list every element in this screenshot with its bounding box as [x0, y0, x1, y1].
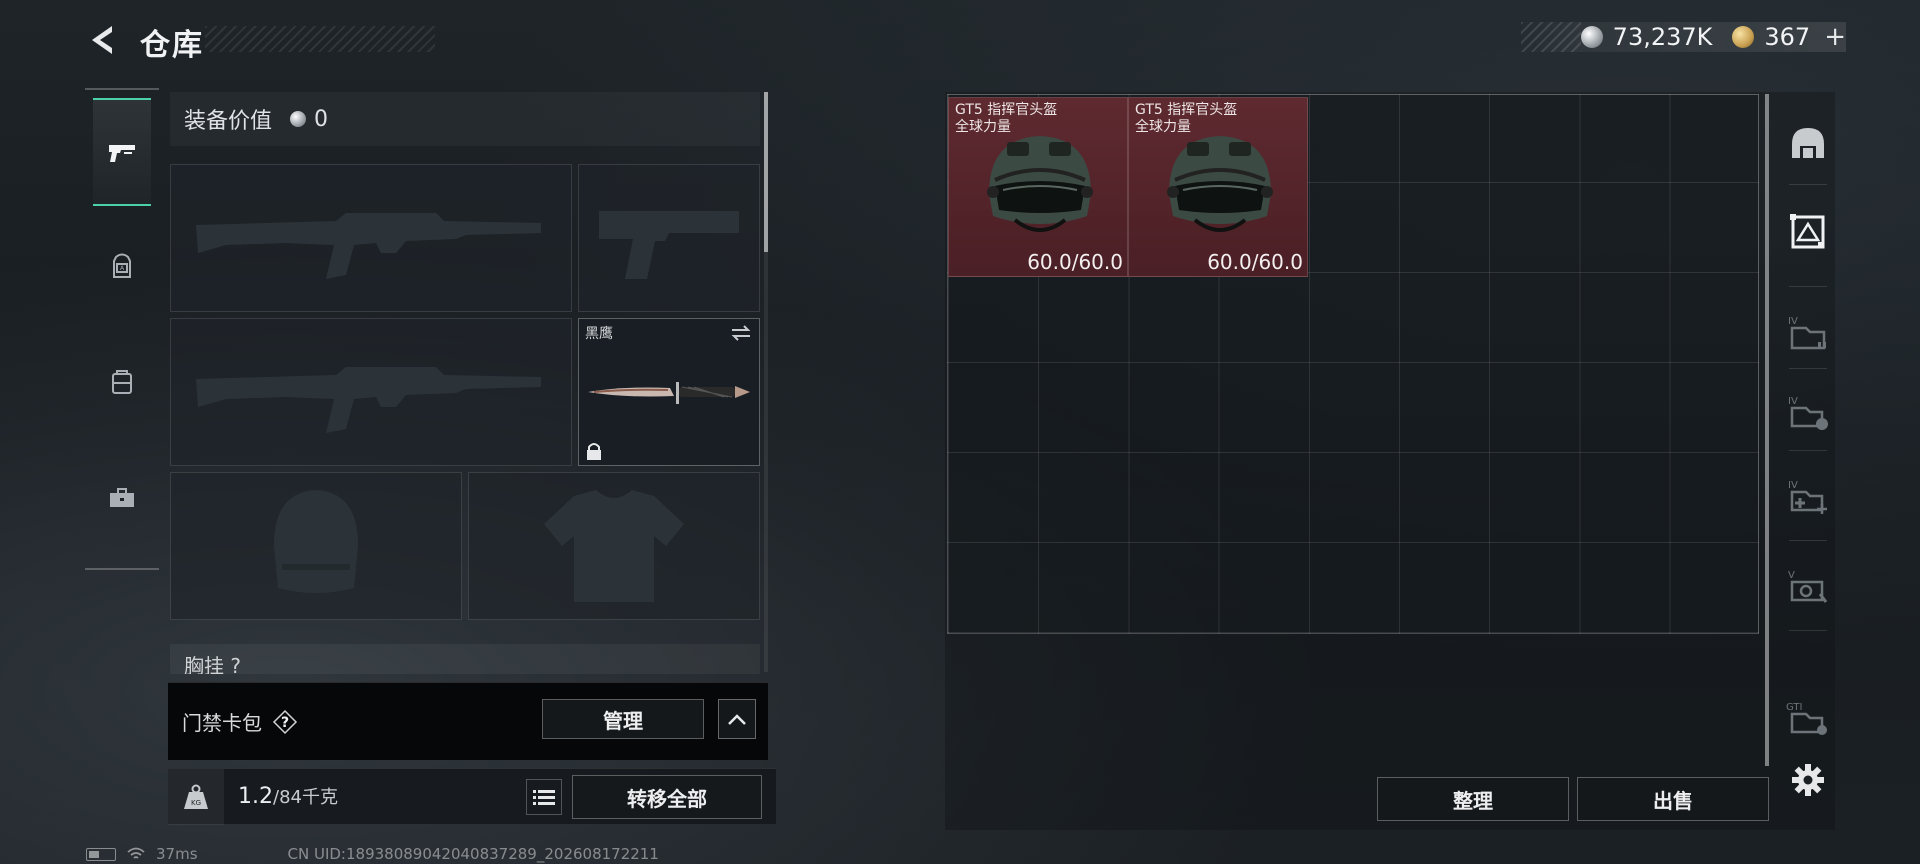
weight-readout: 1.2/84千克: [238, 783, 338, 809]
equipment-value-label: 装备价值: [184, 109, 273, 134]
weight-icon: KG: [168, 769, 224, 825]
back-button[interactable]: [84, 20, 120, 60]
category-inventory-gti[interactable]: GTI: [1785, 694, 1831, 742]
storage-panel: GT5 指挥官头盔 全球力量 60.0/60.0 GT5 指挥官头盔 全球力量: [945, 92, 1835, 830]
armor-silhouette-icon: [544, 490, 684, 602]
melee-item-name: 黑鹰: [585, 326, 613, 342]
svg-text:?: ?: [281, 715, 289, 731]
tactical-helmet-icon: [987, 136, 1093, 232]
chest-rig-section-header[interactable]: 胸挂 ?: [170, 644, 760, 674]
item-durability: 60.0/60.0: [1207, 250, 1303, 274]
armor-box-icon: [1790, 214, 1825, 249]
wifi-icon: [127, 847, 145, 859]
inventory-iv-lock-icon: IV: [1788, 396, 1828, 430]
category-inventory-iv-locked[interactable]: IV: [1785, 388, 1831, 436]
storage-grid[interactable]: GT5 指挥官头盔 全球力量 60.0/60.0 GT5 指挥官头盔 全球力量: [947, 94, 1759, 634]
left-tab-bar: A: [85, 88, 159, 570]
list-icon: [533, 790, 555, 805]
inventory-gti-icon: GTI: [1786, 702, 1827, 735]
weight-max: /84千克: [273, 787, 338, 808]
category-inventory-v[interactable]: V: [1785, 562, 1831, 610]
settings-button[interactable]: [1785, 756, 1831, 804]
transfer-all-button[interactable]: 转移全部: [572, 775, 762, 819]
equipment-value-header: 装备价值 0: [170, 92, 760, 146]
silver-coin-icon: [1580, 26, 1603, 48]
swap-icon[interactable]: [729, 323, 753, 343]
status-bar: 37ms CN UID:18938089042040837289_2026081…: [86, 844, 659, 864]
svg-text:A: A: [120, 265, 125, 272]
silver-coin-icon: [290, 111, 307, 127]
access-card-bar: 门禁卡包 ? 管理: [168, 682, 768, 760]
currency-decoration: [1520, 22, 1581, 52]
svg-text:GTI: GTI: [1786, 702, 1802, 713]
pistol-slot[interactable]: [578, 164, 760, 312]
svg-text:IV: IV: [1788, 480, 1798, 491]
user-uid: CN UID:18938089042040837289_202608172211: [287, 845, 659, 863]
svg-text:IV: IV: [1788, 396, 1798, 407]
collapse-button[interactable]: [718, 699, 756, 739]
storage-item-2[interactable]: GT5 指挥官头盔 全球力量 60.0/60.0: [1128, 97, 1308, 277]
equipment-panel: 装备价值 0 黑鹰 胸挂 ? 门禁卡包 ? 管理 KG 1.2/84千克 转移全…: [168, 92, 776, 830]
knife-icon: [588, 382, 750, 404]
add-gold-button[interactable]: +: [1824, 22, 1846, 52]
pistol-silhouette-icon: [599, 211, 739, 279]
rifle-silhouette-icon: [196, 367, 541, 433]
category-inventory-iv-add[interactable]: IV: [1785, 472, 1831, 520]
svg-text:KG: KG: [191, 799, 201, 807]
currency-bar: 73,237K 367 +: [1520, 22, 1846, 52]
lock-icon: [587, 443, 601, 460]
manage-button[interactable]: 管理: [542, 699, 704, 739]
page-title: 仓库: [140, 28, 204, 63]
equipment-scrollbar-thumb[interactable]: [764, 92, 768, 252]
gold-currency-value: 367: [1764, 23, 1811, 51]
inventory-iv-icon: IV: [1788, 316, 1826, 350]
storage-category-bar: IV IV IV V GTI: [1777, 92, 1835, 830]
title-decoration: [205, 26, 435, 52]
pistol-icon: [109, 145, 135, 162]
storage-scrollbar[interactable]: [1765, 94, 1769, 766]
body-armor-slot[interactable]: [468, 472, 760, 620]
gear-icon: [1792, 764, 1824, 796]
sell-button[interactable]: 出售: [1577, 777, 1769, 821]
svg-text:IV: IV: [1788, 316, 1798, 327]
list-view-button[interactable]: [526, 779, 562, 815]
ping-value: 37ms: [156, 845, 198, 863]
weight-current: 1.2: [238, 784, 273, 809]
back-arrow-icon: [92, 26, 112, 54]
item-durability: 60.0/60.0: [1027, 250, 1123, 274]
svg-text:V: V: [1788, 570, 1795, 581]
helmet-slot[interactable]: [170, 472, 462, 620]
battery-icon: [86, 847, 116, 861]
backpack-icon: A: [113, 253, 131, 278]
helmet-silhouette-icon: [274, 490, 358, 593]
rifle-silhouette-icon: [196, 213, 541, 279]
gold-coin-icon: [1732, 26, 1755, 48]
primary-weapon-slot-2[interactable]: [170, 318, 572, 466]
category-helmet[interactable]: [1785, 120, 1831, 168]
sort-button[interactable]: 整理: [1377, 777, 1569, 821]
equipment-value: 0: [314, 106, 329, 132]
item-name-line1: GT5 指挥官头盔: [1135, 102, 1238, 118]
access-card-label: 门禁卡包: [182, 711, 262, 735]
item-name-line1: GT5 指挥官头盔: [955, 102, 1058, 118]
inventory-iv-add-icon: IV: [1788, 480, 1827, 514]
toolbox-icon: [110, 488, 134, 507]
category-armor-box[interactable]: [1785, 208, 1831, 256]
tactical-helmet-icon: [1167, 136, 1273, 232]
helmet-icon: [1792, 128, 1824, 158]
silver-currency-value: 73,237K: [1612, 23, 1713, 51]
tab-weapons[interactable]: [93, 98, 151, 206]
tab-container[interactable]: [93, 328, 151, 436]
container-icon: [112, 370, 132, 394]
tab-toolbox[interactable]: [93, 444, 151, 552]
inventory-v-icon: V: [1788, 570, 1828, 603]
category-inventory-iv[interactable]: IV: [1785, 308, 1831, 356]
chevron-up-icon: [728, 714, 746, 725]
primary-weapon-slot-1[interactable]: [170, 164, 572, 312]
storage-item-1[interactable]: GT5 指挥官头盔 全球力量 60.0/60.0: [948, 97, 1128, 277]
weight-bar: KG 1.2/84千克 转移全部: [168, 768, 776, 825]
tab-backpack[interactable]: A: [93, 212, 151, 320]
help-icon[interactable]: ?: [272, 709, 298, 735]
melee-slot[interactable]: 黑鹰: [578, 318, 760, 466]
